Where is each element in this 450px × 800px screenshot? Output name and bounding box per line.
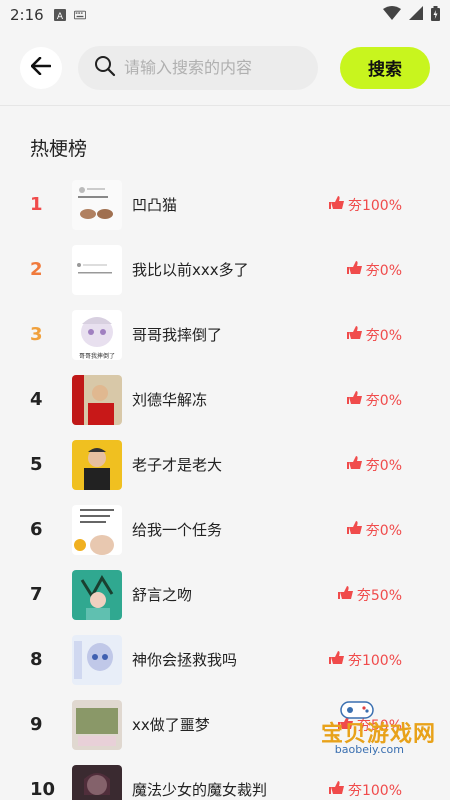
list-item[interactable]: 1 凹凸猫 夯100%: [0, 172, 450, 237]
rank-number: 5: [30, 454, 43, 475]
section-title: 热梗榜: [30, 138, 88, 160]
praise-badge: 夯100%: [328, 780, 402, 800]
rank-number: 8: [30, 649, 43, 670]
search-button[interactable]: 搜索: [340, 46, 430, 89]
praise-text: 夯0%: [365, 327, 402, 344]
wifi-icon: [383, 6, 401, 24]
praise-text: 夯100%: [347, 652, 402, 669]
praise-text: 夯0%: [365, 457, 402, 474]
praise-text: 夯0%: [365, 262, 402, 279]
item-title: 哥哥我摔倒了: [132, 326, 223, 344]
thumbnail-image: [72, 179, 122, 230]
list-item[interactable]: 4 刘德华解冻 夯0%: [0, 367, 450, 432]
arrow-left-icon: [30, 56, 52, 79]
rank-number: 4: [30, 389, 43, 410]
rank-number: 6: [30, 519, 43, 540]
rank-number: 7: [30, 584, 43, 605]
thumbs-up-icon: [346, 260, 363, 280]
list-item[interactable]: 2 我比以前xxx多了 夯0%: [0, 237, 450, 302]
rank-number: 9: [30, 714, 43, 735]
item-title: 神你会拯救我吗: [132, 651, 238, 669]
item-title: 刘德华解冻: [132, 391, 208, 409]
thumbs-up-icon: [346, 520, 363, 540]
thumbnail-image: [72, 244, 122, 295]
status-bar: 2:16 A: [0, 0, 450, 30]
praise-badge: 夯100%: [328, 195, 402, 215]
watermark: 宝贝游戏网 baobeiy.com: [304, 698, 444, 778]
search-input[interactable]: [124, 58, 304, 77]
rank-number: 10: [30, 779, 56, 800]
praise-badge: 夯0%: [346, 260, 402, 280]
praise-badge: 夯0%: [346, 455, 402, 475]
item-title: 魔法少女的魔女裁判: [132, 781, 268, 799]
notification-a-icon: A: [53, 9, 66, 21]
item-title: 舒言之吻: [132, 586, 193, 604]
item-title: 给我一个任务: [132, 521, 223, 539]
status-time: 2:16: [10, 6, 44, 24]
thumbs-up-icon: [337, 585, 354, 605]
thumbs-up-icon: [328, 195, 345, 215]
list-item[interactable]: 8 神你会拯救我吗 夯100%: [0, 627, 450, 692]
search-header: 搜索: [0, 30, 450, 105]
svg-text:A: A: [57, 12, 64, 21]
praise-badge: 夯50%: [337, 585, 402, 605]
search-box[interactable]: [78, 45, 318, 90]
search-icon: [94, 55, 116, 81]
praise-text: 夯100%: [347, 782, 402, 799]
rank-number: 2: [30, 259, 43, 280]
list-item[interactable]: 7 舒言之吻 夯50%: [0, 562, 450, 627]
list-item[interactable]: 3 哥哥我摔倒了 哥哥我摔倒了 夯0%: [0, 302, 450, 367]
praise-text: 夯100%: [347, 197, 402, 214]
thumbs-up-icon: [328, 780, 345, 800]
rank-number: 1: [30, 194, 43, 215]
keyboard-icon: [73, 9, 86, 21]
praise-text: 夯50%: [356, 587, 402, 604]
item-title: 凹凸猫: [132, 196, 178, 214]
thumbnail-image: [72, 699, 122, 750]
praise-badge: 夯100%: [328, 650, 402, 670]
praise-badge: 夯0%: [346, 325, 402, 345]
watermark-url: baobeiy.com: [334, 743, 404, 756]
list-item[interactable]: 5 老子才是老大 夯0%: [0, 432, 450, 497]
thumbnail-image: [72, 764, 122, 800]
item-title: 老子才是老大: [132, 456, 223, 474]
signal-icon: [409, 6, 423, 24]
thumbs-up-icon: [346, 455, 363, 475]
praise-badge: 夯0%: [346, 520, 402, 540]
praise-badge: 夯0%: [346, 390, 402, 410]
back-button[interactable]: [20, 46, 62, 89]
thumbs-up-icon: [328, 650, 345, 670]
status-right-icons: [383, 5, 440, 25]
thumbs-up-icon: [346, 325, 363, 345]
praise-text: 夯0%: [365, 392, 402, 409]
thumbs-up-icon: [346, 390, 363, 410]
rank-number: 3: [30, 324, 43, 345]
praise-text: 夯0%: [365, 522, 402, 539]
item-title: 我比以前xxx多了: [132, 261, 249, 279]
thumbnail-image: [72, 634, 122, 685]
battery-icon: [431, 5, 440, 25]
thumbnail-image: [72, 504, 122, 555]
list-item[interactable]: 6 给我一个任务 夯0%: [0, 497, 450, 562]
thumbnail-image: 哥哥我摔倒了: [72, 309, 122, 360]
thumbnail-image: [72, 439, 122, 490]
thumbnail-caption: 哥哥我摔倒了: [78, 352, 115, 360]
item-title: xx做了噩梦: [132, 716, 210, 734]
thumbnail-image: [72, 374, 122, 425]
thumbnail-image: [72, 569, 122, 620]
